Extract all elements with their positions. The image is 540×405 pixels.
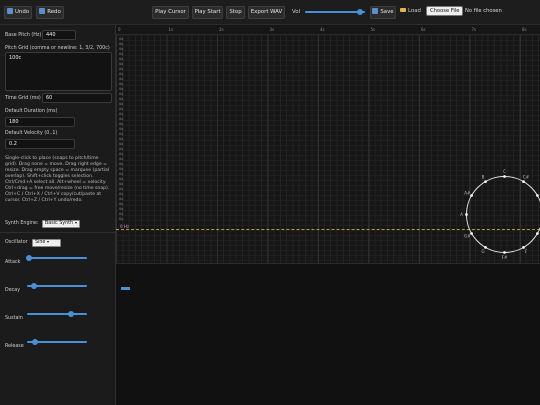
synth-engine-select[interactable]: Basic Synth	[42, 220, 81, 228]
settings-panel: Base Pitch (Hz) 440 Pitch Grid (comma or…	[0, 25, 116, 405]
choose-file-button[interactable]: Choose File	[426, 6, 464, 16]
velocity-input[interactable]: 0.2	[5, 139, 75, 149]
pitch-class-circle: CC#DD#EFF#GG#AA#B	[457, 167, 540, 262]
chevron-down-icon	[47, 240, 50, 243]
ruler-tick-label: 7s	[471, 27, 477, 32]
sustain-slider-knob[interactable]	[68, 311, 75, 317]
stop-button[interactable]: Stop	[226, 6, 245, 19]
pitch-class-circle-svg: CC#DD#EFF#GG#AA#B	[460, 169, 540, 260]
base-pitch-input[interactable]: 440	[42, 30, 76, 40]
play-cursor-button[interactable]: Play Cursor	[152, 6, 189, 19]
redo-label: Redo	[47, 9, 61, 15]
decay-slider-knob[interactable]	[31, 283, 38, 289]
attack-slider[interactable]	[26, 255, 87, 261]
oscillator-label: Oscillator	[5, 240, 28, 245]
time-ruler[interactable]: 0 1s 2s 3s 4s 5s 6s 7s 8s	[116, 25, 540, 35]
pitch-class-label: A#	[464, 190, 471, 195]
pitch-class-dot	[536, 194, 539, 197]
undo-icon	[6, 8, 13, 14]
chevron-down-icon	[75, 221, 78, 224]
pitch-class-dot	[536, 232, 539, 235]
synth-engine-label: Synth Engine:	[5, 221, 39, 226]
pitch-grid-textarea[interactable]: 100c	[5, 52, 112, 91]
oscillator-select[interactable]: Sine	[32, 239, 61, 247]
pitch-class-label: B	[482, 175, 485, 180]
attack-label: Attack	[5, 260, 21, 265]
pitch-class-label: F	[525, 249, 528, 254]
decay-slider[interactable]	[27, 283, 87, 289]
sustain-label: Sustain	[5, 316, 23, 321]
play-start-button[interactable]: Play Start	[192, 6, 223, 19]
help-text: Single-click to place (snaps to pitch/ti…	[5, 156, 110, 203]
load-label: Load	[400, 8, 421, 14]
ruler-tick-label: 4s	[320, 27, 325, 32]
pitch-class-label: C	[503, 169, 506, 174]
time-grid-label: Time Grid (ms)	[5, 96, 41, 101]
pitch-class-dot	[522, 180, 525, 183]
pitch-class-dot	[470, 232, 473, 235]
ruler-tick-label: 8s	[522, 27, 527, 32]
volume-slider-knob[interactable]	[357, 9, 364, 15]
attack-slider-knob[interactable]	[26, 255, 33, 261]
save-button[interactable]: Save	[370, 6, 396, 19]
sustain-slider[interactable]	[27, 311, 87, 317]
pitch-class-label: C#	[523, 175, 530, 180]
pitch-class-dot	[503, 251, 506, 254]
pitch-grid-label: Pitch Grid (comma or newline: 1, 3/2, 70…	[5, 46, 110, 51]
pitch-class-dot	[465, 213, 468, 216]
redo-button[interactable]: Redo	[36, 6, 64, 19]
duration-input[interactable]: 180	[5, 117, 75, 127]
save-icon	[372, 8, 379, 14]
synth-engine-value: Basic Synth	[45, 221, 74, 226]
ruler-tick-label: 3s	[269, 27, 275, 32]
decay-label: Decay	[5, 288, 21, 293]
load-text: Load	[408, 8, 421, 14]
save-label: Save	[380, 9, 394, 15]
release-slider[interactable]	[27, 339, 87, 345]
undo-button[interactable]: Undo	[4, 6, 32, 19]
duration-label: Default Duration (ms)	[5, 109, 58, 114]
undo-label: Undo	[14, 9, 30, 15]
velocity-label: Default Velocity (0..1)	[5, 131, 58, 136]
oscillator-value: Sine	[35, 240, 46, 245]
pitch-class-dot	[503, 175, 506, 178]
volume-slider[interactable]	[305, 9, 365, 15]
ruler-tick-label: 5s	[370, 27, 376, 32]
pitch-row-labels: 0¢ 0¢ 0¢ 0¢ 0¢ 0¢ 0¢ 0¢ 0¢ 0¢ 0¢ 0¢ 0¢ 0¢ 0¢ 0¢ 0¢ 0¢ 0¢ 0¢…	[119, 37, 124, 222]
divider	[0, 232, 116, 233]
ruler-tick-label: 1s	[168, 27, 174, 32]
pitch-class-dot	[470, 194, 473, 197]
no-file-label: No file chosen	[465, 8, 502, 14]
redo-icon	[39, 8, 46, 14]
release-slider-knob[interactable]	[32, 339, 39, 345]
volume-label: Vol	[292, 9, 301, 15]
pitch-circle-ring	[466, 176, 540, 253]
ruler-tick-label: 0	[118, 27, 121, 32]
pitch-class-dot	[484, 180, 487, 183]
piano-roll-canvas[interactable]: 0 1s 2s 3s 4s 5s 6s 7s 8s 0¢ 0¢ 0¢ 0¢ 0¢ 0¢ 0¢ 0¢ 0¢ 0¢ 0¢…	[116, 25, 540, 405]
pitch-class-label: G#	[464, 233, 471, 238]
pitch-class-label: F#	[502, 255, 508, 260]
release-label: Release	[5, 344, 24, 349]
pitch-class-label: A	[460, 212, 463, 217]
pitch-class-label: G	[481, 249, 484, 254]
pitch-row-label: 0¢	[119, 217, 124, 221]
folder-icon	[400, 8, 406, 12]
base-pitch-label: Base Pitch (Hz)	[5, 33, 42, 38]
velocity-bar[interactable]	[121, 287, 130, 290]
time-grid-input[interactable]: 60	[42, 93, 112, 103]
toolbar: Undo Redo Play Cursor Play Start Stop Ex…	[0, 0, 540, 25]
export-wav-button[interactable]: Export WAV	[248, 6, 285, 19]
velocity-lane[interactable]	[116, 263, 540, 405]
ruler-tick-label: 6s	[421, 27, 426, 32]
ruler-tick-label: 2s	[219, 27, 224, 32]
